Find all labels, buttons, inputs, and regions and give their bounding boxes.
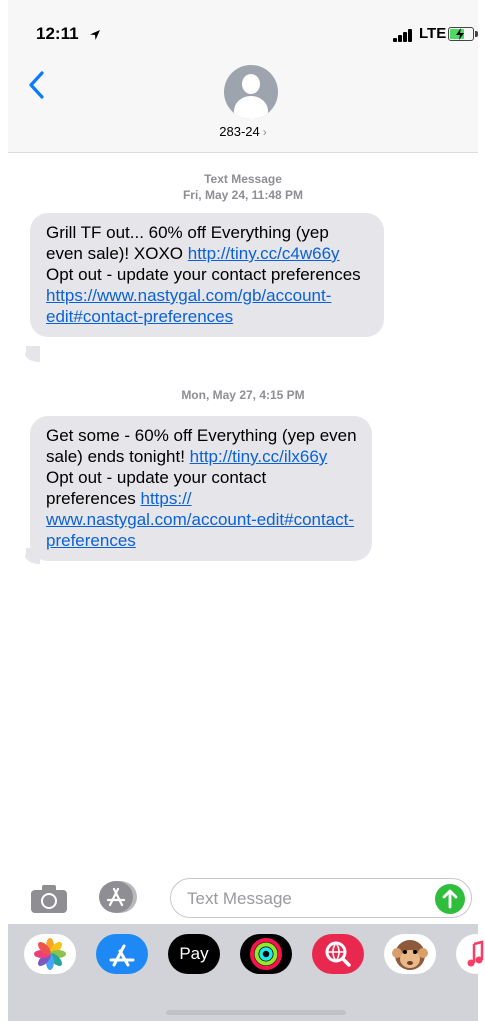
- activity-icon[interactable]: [240, 934, 292, 974]
- app-store-tray-icon[interactable]: [96, 934, 148, 974]
- conversation-header: 283-24 ›: [8, 60, 478, 153]
- battery-icon: [448, 27, 478, 41]
- back-chevron-icon[interactable]: [26, 70, 48, 100]
- signal-icon: [393, 28, 415, 42]
- photos-icon[interactable]: [24, 934, 76, 974]
- contact-name[interactable]: 283-24 ›: [8, 124, 478, 139]
- message-input[interactable]: [185, 887, 419, 911]
- contact-number: 283-24: [219, 124, 260, 139]
- message-bubble[interactable]: Grill TF out... 60% off Everything (yep …: [30, 213, 384, 337]
- messages-screen: 12:11 LTE 283-24 › Text Message Fri, May …: [8, 0, 485, 1021]
- web-search-icon[interactable]: [312, 934, 364, 974]
- message-link[interactable]: http://​tiny.cc/ilx66y: [190, 447, 328, 466]
- message-timestamp: Text Message Fri, May 24, 11:48 PM: [182, 172, 304, 202]
- message-link[interactable]: http://tiny.cc/​c4w66y: [188, 244, 340, 263]
- camera-icon[interactable]: [30, 884, 68, 914]
- imessage-app-tray: Pay: [8, 924, 485, 1021]
- send-arrow-icon: [442, 889, 458, 909]
- message-timestamp: Mon, May 27, 4:15 PM: [181, 388, 305, 402]
- home-indicator: [166, 1010, 346, 1015]
- send-button[interactable]: [435, 884, 465, 914]
- apple-pay-label: Pay: [179, 944, 209, 963]
- location-arrow-icon: [90, 30, 100, 40]
- music-icon[interactable]: [456, 934, 485, 974]
- message-input-field[interactable]: [170, 878, 472, 918]
- compose-bar: [8, 872, 478, 924]
- network-label: LTE: [419, 25, 447, 42]
- chevron-right-icon: ›: [262, 125, 267, 139]
- status-bar: 12:11 LTE: [8, 0, 478, 60]
- app-store-icon[interactable]: [98, 880, 138, 914]
- avatar-icon[interactable]: [224, 65, 278, 119]
- memoji-icon[interactable]: [384, 934, 436, 974]
- message-text: Opt out - update your contact preference…: [46, 265, 361, 284]
- message-bubble[interactable]: Get some - 60% off Everything (yep even …: [30, 416, 372, 561]
- message-link[interactable]: https://​www.nastygal.com/gb/account-​ed…: [46, 286, 331, 326]
- clock: 12:11: [36, 24, 79, 43]
- apple-pay-icon[interactable]: Pay: [168, 934, 220, 974]
